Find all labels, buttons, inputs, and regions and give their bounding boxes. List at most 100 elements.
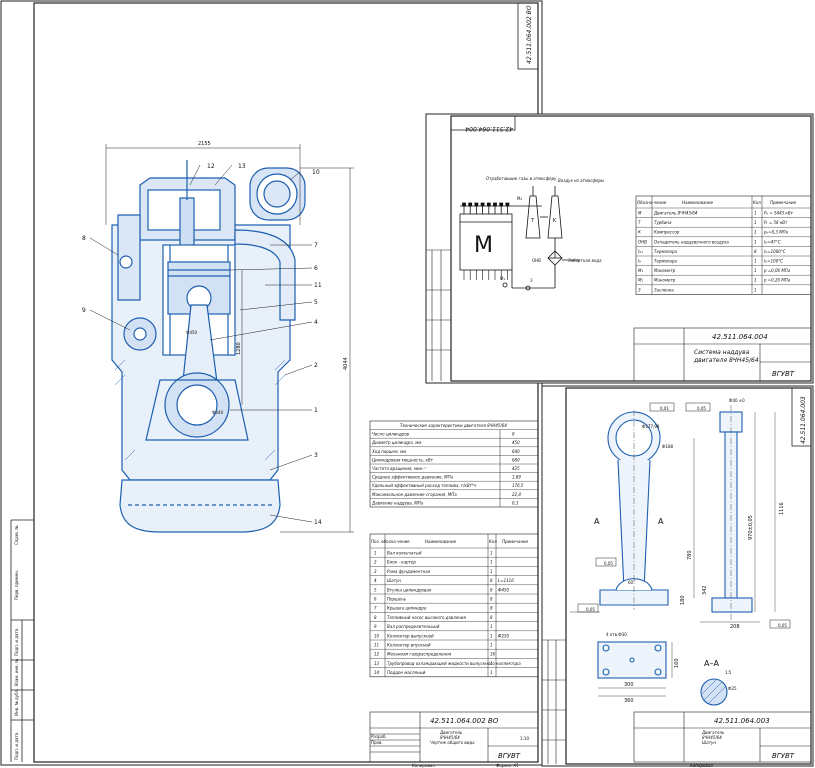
system-row-name: Манометр: [654, 278, 676, 283]
dim-bore: Ф450: [186, 330, 198, 335]
parts-row-name: Втулка цилиндровая: [387, 587, 432, 592]
rod-dim-l5: 208: [730, 624, 740, 630]
system-code: 42.511.064.004: [712, 333, 768, 341]
system-row-qty: 1: [754, 239, 757, 244]
callout-11: 11: [314, 282, 322, 289]
tech-row-value: 0,3: [512, 500, 519, 505]
rod-sheet: 42.511.064.003 780 970±0,05 1116 342 180…: [541, 385, 814, 768]
system-row-sym: tₚ₁: [638, 249, 643, 254]
callout-4: 4: [314, 319, 318, 326]
system-mark-m2: M₂: [517, 196, 522, 201]
rod-code-rotated: 42.511.064.003: [800, 396, 807, 444]
system-row-qty: 1: [754, 278, 757, 283]
callout-7: 7: [314, 242, 318, 249]
parts-row-name: Вал распределительный: [387, 624, 440, 629]
parts-header: Наименование: [425, 539, 457, 544]
system-sheet: 42.511.064.004 M Отработавшие газы в атм…: [425, 113, 814, 384]
system-row-note: Pₜ = 58 кВт: [764, 220, 788, 225]
rod-dim-r-small: Ф188: [662, 444, 674, 449]
parts-header: Поз. обозна-чение: [371, 539, 410, 544]
parts-row-pos: 4: [374, 578, 377, 583]
callout-13: 13: [238, 163, 246, 170]
engine-code-rotated: 42.511.064.002 ВО: [526, 5, 533, 64]
engine-footer: Копировал: [412, 763, 435, 768]
system-mark-ohb: ОНВ: [532, 258, 541, 263]
system-row-note: tₚ=1000°С: [764, 249, 786, 254]
callout-9: 9: [82, 307, 86, 314]
rod-scale: 1:5: [725, 670, 732, 675]
parts-row-note: L=1116: [498, 578, 514, 583]
thermocouple-mark: [493, 202, 497, 207]
parts-row-pos: 6: [374, 597, 377, 602]
rod-dim-small: Ф177,98: [642, 424, 660, 429]
rod-footer: Копировал: [690, 763, 713, 768]
parts-row-pos: 9: [374, 624, 377, 629]
rod-dim-l3: 342: [702, 585, 708, 595]
parts-row-qty: 8: [490, 578, 493, 583]
engine-cross-section: [111, 160, 306, 533]
system-label-water: Забортная вода: [568, 258, 602, 263]
left-strip: Подп. и дата Инв. № дубл. Взам. инв. № П…: [10, 519, 34, 762]
rod-tol-5: 0,05: [778, 623, 787, 628]
system-row-qty: 1: [754, 259, 757, 264]
system-row-name: Турбина: [654, 220, 672, 225]
system-row-name: Термопара: [654, 259, 678, 264]
side-label-1: Подп. и дата: [14, 732, 19, 760]
parts-row-name: Рама фундаментная: [387, 569, 431, 574]
thermocouple-mark: [462, 202, 466, 207]
rod-tol-1: 0,01: [660, 406, 669, 411]
parts-row-qty: 8: [490, 615, 493, 620]
tech-row-value: 640: [512, 449, 520, 454]
tech-row-name: Частота вращения, мин⁻¹: [372, 466, 426, 471]
thermocouple-mark: [474, 202, 479, 207]
parts-row-pos: 2: [374, 560, 377, 565]
system-row-note: tₖ=100°С: [764, 259, 783, 264]
system-label-air: Воздух из атмосферы: [558, 178, 604, 183]
parts-row-qty: 1: [490, 670, 493, 675]
dim-crank: Ф640: [212, 410, 224, 415]
engine-title-3: Чертеж общего вида: [430, 740, 475, 745]
tech-row-name: Среднее эффективное давление, МПа: [372, 475, 454, 480]
engine-format: Формат А1: [496, 763, 519, 768]
system-row-note: p =0,20 МПа: [763, 278, 791, 283]
parts-row-qty: 1: [490, 569, 493, 574]
system-row-sym: ОНВ: [638, 239, 647, 244]
rod-dim-length: 1116: [779, 502, 785, 515]
parts-row-name: Трубопровод охлаждающей жидкости выпускн…: [387, 661, 521, 666]
callout-6: 6: [314, 265, 318, 272]
rod-dim-l2: 780: [687, 550, 693, 560]
tech-row-value: 8: [512, 432, 515, 437]
parts-header: Кол: [489, 539, 497, 544]
parts-row-pos: 12: [374, 652, 380, 657]
system-school: ВГУВТ: [772, 370, 795, 378]
tech-table: Технические характеристики двигателя 8ЧН…: [369, 420, 539, 508]
callout-10: 10: [312, 169, 320, 176]
system-mark-z: З: [530, 278, 533, 283]
system-row-name: Заслонка: [654, 287, 674, 292]
system-header: Кол: [753, 200, 761, 205]
rod-dim-h1: 160: [674, 658, 680, 668]
tech-row-value: 22,4: [512, 492, 521, 497]
parts-row-pos: 7: [374, 606, 377, 611]
tech-row-name: Цилиндровая мощность, кВт: [372, 457, 434, 462]
thermocouple-mark: [505, 202, 510, 207]
parts-row-pos: 10: [374, 633, 380, 638]
side-label-2: Инв. № дубл.: [14, 689, 19, 716]
system-row-sym: К: [638, 230, 641, 235]
parts-row-name: Шатун: [387, 578, 401, 583]
system-row-name: Термопара: [654, 249, 678, 254]
parts-row-pos: 3: [374, 569, 377, 574]
system-row-name: Двигатель 8ЧН45/64: [653, 211, 698, 216]
system-row-note: pₖ=0,3 МПа: [763, 230, 789, 235]
callout-2: 2: [314, 362, 318, 369]
parts-row-name: Блок - картер: [387, 560, 416, 565]
engine-code: 42.511.064.002 ВО: [430, 717, 499, 725]
rod-dim-w1: 300: [624, 682, 634, 688]
dim-stroke: 1280: [236, 342, 242, 355]
callout-1: 1: [314, 407, 318, 414]
parts-row-pos: 5: [374, 587, 377, 592]
rod-tol-2: 0,05: [697, 406, 706, 411]
tech-row-name: Удельный эффективный расход топлива, г/к…: [372, 483, 477, 488]
engine-stamp-dev: Разраб.: [371, 734, 387, 739]
tech-row-name: Максимальное давление сгорания, МПа: [372, 492, 457, 497]
